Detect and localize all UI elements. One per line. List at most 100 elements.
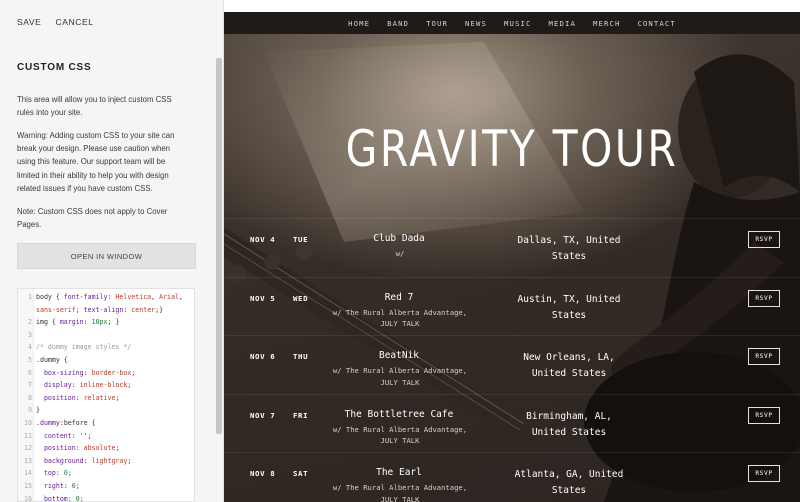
code-line: 2 img { margin: 10px; } <box>18 316 188 329</box>
event-venue[interactable]: Club Dada <box>322 233 476 244</box>
support-line-2: JULY TALK <box>380 319 420 328</box>
code-line: 10 .dummy:before { <box>18 417 188 430</box>
site-preview: HOME BAND TOUR NEWS MUSIC MEDIA MERCH CONTACT G… <box>224 12 800 502</box>
location-line-2: States <box>551 485 587 496</box>
code-text: right: 0; <box>43 481 80 490</box>
nav-item-contact[interactable]: CONTACT <box>637 19 675 28</box>
nav-item-home[interactable]: HOME <box>348 19 370 28</box>
code-line: 12 position: absolute; <box>18 442 188 455</box>
code-text: display: inline-block; <box>43 381 132 390</box>
rsvp-button[interactable]: RSVP <box>748 348 780 365</box>
cancel-button[interactable]: CANCEL <box>55 17 93 27</box>
code-text: box-sizing: border-box; <box>43 368 136 377</box>
nav-item-tour[interactable]: TOUR <box>426 19 448 28</box>
code-lines: 1 body { font-family: Helvetica, Arial, sa… <box>18 291 188 502</box>
code-text: position: relative; <box>43 393 120 402</box>
location-line-2: United States <box>531 426 607 438</box>
event-support: w/ The Rural Alberta Advantage, JULY TALK <box>300 307 500 330</box>
open-in-window-button[interactable]: OPEN IN WINDOW <box>17 243 196 269</box>
event-support: w/ The Rural Alberta Advantage, JULY TALK <box>300 482 500 502</box>
line-number: 6 <box>28 368 32 377</box>
nav-item-news[interactable]: NEWS <box>465 19 487 28</box>
event-location: Austin, TX, United States <box>494 292 644 324</box>
line-number: 11 <box>24 431 32 440</box>
panel-scrollbar[interactable] <box>216 58 222 434</box>
nav-item-media[interactable]: MEDIA <box>549 19 576 28</box>
event-venue[interactable]: BeatNik <box>322 350 476 361</box>
event-date: NOV 4 <box>250 235 276 244</box>
tour-date-row: NOV 8 SAT The Earl w/ The Rural Alberta Adv… <box>224 452 800 502</box>
tour-date-row: NOV 6 THU BeatNik w/ The Rural Alberta Adva… <box>224 335 800 393</box>
nav-item-music[interactable]: MUSIC <box>504 19 531 28</box>
event-weekday: TUE <box>293 235 309 244</box>
code-line: 4 /* dummy image styles */ <box>18 341 188 354</box>
code-line: 15 right: 0; <box>18 480 188 493</box>
event-date: NOV 7 <box>250 410 276 420</box>
code-text: sans-serif; text-align: center;} <box>36 305 164 314</box>
code-text: bottom: 0; <box>43 494 84 502</box>
panel-title: CUSTOM CSS <box>17 62 92 73</box>
line-number: 14 <box>24 469 32 478</box>
code-line: 3 <box>18 329 188 342</box>
line-number: 13 <box>24 456 32 465</box>
code-line: 8 position: relative; <box>18 392 188 405</box>
line-number: 8 <box>28 393 32 402</box>
tour-date-row: NOV 4 TUE Club Dada w/Dallas, TX, United Sta… <box>224 218 800 276</box>
event-venue[interactable]: The Earl <box>322 467 476 478</box>
site-navigation: HOME BAND TOUR NEWS MUSIC MEDIA MERCH CONTACT <box>224 12 800 34</box>
support-line-2: JULY TALK <box>380 436 420 445</box>
support-line-1: w/ The Rural Alberta Advantage, <box>332 307 468 317</box>
event-weekday: SAT <box>293 469 309 478</box>
code-line: sans-serif; text-align: center;} <box>18 304 188 317</box>
line-number: 1 <box>28 293 32 301</box>
code-text: top: 0; <box>43 469 72 478</box>
location-line-2: United States <box>531 368 607 379</box>
support-line-1: w/ The Rural Alberta Advantage, <box>332 424 468 434</box>
line-number: 7 <box>28 381 32 390</box>
event-date: NOV 5 <box>250 293 276 303</box>
rsvp-button[interactable]: RSVP <box>748 406 780 424</box>
location-line-2: States <box>551 309 587 321</box>
line-number: 3 <box>28 330 32 339</box>
line-number: 5 <box>28 355 32 364</box>
line-number: 10 <box>24 418 32 427</box>
event-location: Birmingham, AL, United States <box>494 409 644 441</box>
event-date: NOV 8 <box>250 469 276 478</box>
event-venue[interactable]: The Bottletree Cafe <box>322 409 476 420</box>
save-button[interactable]: SAVE <box>17 17 41 27</box>
event-support: w/ <box>300 248 500 260</box>
line-number: 12 <box>24 444 32 453</box>
panel-toolbar: SAVE CANCEL <box>0 0 223 44</box>
event-support: w/ The Rural Alberta Advantage, JULY TALK <box>300 424 500 447</box>
event-support: w/ The Rural Alberta Advantage, JULY TALK <box>300 365 500 388</box>
support-line-1: w/ <box>395 249 405 258</box>
code-text: img { margin: 10px; } <box>36 318 120 327</box>
event-date: NOV 6 <box>250 352 276 361</box>
css-code-editor[interactable]: 1 body { font-family: Helvetica, Arial, sa… <box>17 288 195 502</box>
event-location: Dallas, TX, United States <box>494 233 644 265</box>
code-text: } <box>36 406 40 415</box>
line-number: 15 <box>24 481 32 490</box>
line-number: 4 <box>28 343 32 352</box>
rsvp-button[interactable]: RSVP <box>748 465 780 482</box>
support-line-1: w/ The Rural Alberta Advantage, <box>332 366 468 375</box>
code-line: 9} <box>18 404 188 417</box>
code-text: body { font-family: Helvetica, Arial, <box>36 293 183 301</box>
note-text: Note: Custom CSS does not apply to Cover… <box>17 207 168 230</box>
code-text: position: absolute; <box>43 444 120 453</box>
warning-text: Warning: Adding custom CSS to your site … <box>17 131 175 193</box>
event-weekday: FRI <box>293 410 309 420</box>
event-location: New Orleans, LA, United States <box>494 350 644 382</box>
event-location: Atlanta, GA, United States <box>494 467 644 499</box>
nav-item-merch[interactable]: MERCH <box>593 19 620 28</box>
event-venue[interactable]: Red 7 <box>322 292 476 303</box>
rsvp-button[interactable]: RSVP <box>748 289 780 307</box>
nav-item-band[interactable]: BAND <box>387 19 409 28</box>
support-line-2: JULY TALK <box>380 494 420 502</box>
event-weekday: THU <box>293 352 309 361</box>
location-line-1: Dallas, TX, United <box>517 235 621 246</box>
rsvp-button[interactable]: RSVP <box>748 231 780 248</box>
support-line-2: JULY TALK <box>380 377 420 387</box>
code-text: .dummy { <box>36 355 68 364</box>
code-line: 7 display: inline-block; <box>18 379 188 392</box>
